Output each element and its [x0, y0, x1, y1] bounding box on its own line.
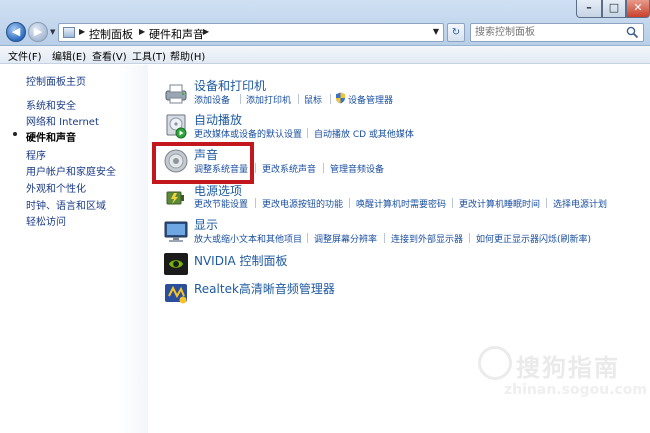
category-autoplay-title[interactable]: 自动播放 [194, 111, 242, 128]
title-bar: – □ ✕ ◀ ▶ ▼ ▶ 控制面板 ▶ 硬件和声音 ▶ ▼ ↻ [0, 0, 650, 46]
menu-help[interactable]: 帮助(H) [170, 48, 205, 63]
back-button[interactable]: ◀ [6, 22, 26, 42]
link-separator [240, 94, 241, 104]
sidebar-item-appearance[interactable]: 外观和个性化 [26, 180, 86, 195]
link-separator [255, 198, 256, 208]
recent-pages-dropdown-icon[interactable]: ▼ [50, 28, 55, 36]
display-icon [164, 221, 188, 242]
menu-bar: 文件(F) 编辑(E) 查看(V) 工具(T) 帮助(H) [0, 46, 650, 64]
link-manage-audio-devices[interactable]: 管理音频设备 [330, 162, 384, 175]
search-icon[interactable] [626, 26, 639, 39]
link-separator [469, 233, 470, 243]
close-button[interactable]: ✕ [626, 0, 650, 18]
link-change-power-buttons[interactable]: 更改电源按钮的功能 [262, 197, 343, 210]
link-separator [452, 198, 453, 208]
link-screen-resolution[interactable]: 调整屏幕分辨率 [314, 232, 377, 245]
sidebar-item-clock-region[interactable]: 时钟、语言和区域 [26, 197, 106, 212]
chevron-right-icon[interactable]: ▶ [79, 27, 85, 36]
sogou-logo-icon [478, 346, 512, 380]
link-device-manager[interactable]: 设备管理器 [348, 93, 393, 106]
category-realtek-title[interactable]: Realtek高清晰音频管理器 [194, 280, 335, 297]
link-separator [298, 94, 299, 104]
link-change-sleep-time[interactable]: 更改计算机睡眠时间 [459, 197, 540, 210]
maximize-button[interactable]: □ [602, 0, 626, 18]
link-separator [546, 198, 547, 208]
breadcrumb-hardware-sound[interactable]: 硬件和声音 [149, 26, 204, 42]
minimize-button[interactable]: – [576, 0, 602, 18]
link-autoplay-cd[interactable]: 自动播放 CD 或其他媒体 [314, 127, 414, 140]
power-icon [166, 191, 184, 205]
sidebar-item-ease-of-access[interactable]: 轻松访问 [26, 213, 66, 228]
nvidia-icon [164, 253, 188, 275]
watermark-text: 搜狗指南 [516, 354, 620, 382]
printer-icon [165, 84, 187, 104]
autoplay-icon [166, 114, 187, 139]
sidebar-item-system-security[interactable]: 系统和安全 [26, 97, 76, 112]
realtek-icon [165, 284, 187, 304]
shield-icon [336, 92, 345, 104]
menu-file[interactable]: 文件(F) [8, 48, 42, 63]
control-panel-icon [63, 27, 75, 38]
link-separator [349, 198, 350, 208]
link-mouse[interactable]: 鼠标 [304, 93, 322, 106]
search-input[interactable] [475, 25, 623, 40]
category-display-title[interactable]: 显示 [194, 216, 218, 233]
search-box[interactable] [470, 23, 644, 42]
address-dropdown-icon[interactable]: ▼ [433, 27, 439, 36]
current-item-bullet [13, 132, 17, 136]
menu-tools[interactable]: 工具(T) [132, 48, 166, 63]
menu-view[interactable]: 查看(V) [92, 48, 127, 63]
link-separator [384, 233, 385, 243]
link-separator [307, 233, 308, 243]
link-change-system-sounds[interactable]: 更改系统声音 [262, 162, 316, 175]
sidebar-item-user-accounts[interactable]: 用户帐户和家庭安全 [26, 163, 116, 178]
link-separator [323, 163, 324, 173]
link-choose-power-plan[interactable]: 选择电源计划 [553, 197, 607, 210]
sidebar-item-network[interactable]: 网络和 Internet [26, 113, 99, 128]
sidebar-item-hardware-sound[interactable]: 硬件和声音 [26, 129, 76, 144]
link-require-password-wakeup[interactable]: 唤醒计算机时需要密码 [356, 197, 446, 210]
chevron-right-icon[interactable]: ▶ [139, 27, 145, 36]
watermark: 搜狗指南 zhinan.sogou.com [470, 342, 650, 412]
link-external-display[interactable]: 连接到外部显示器 [391, 232, 463, 245]
link-add-printer[interactable]: 添加打印机 [246, 93, 291, 106]
category-nvidia-title[interactable]: NVIDIA 控制面板 [194, 252, 288, 269]
link-change-power-saving[interactable]: 更改节能设置 [194, 197, 248, 210]
chevron-right-icon[interactable]: ▶ [203, 27, 209, 36]
highlight-annotation [152, 142, 254, 184]
forward-button[interactable]: ▶ [28, 22, 48, 42]
address-bar[interactable]: ▶ 控制面板 ▶ 硬件和声音 ▶ ▼ [58, 23, 444, 42]
link-change-media-defaults[interactable]: 更改媒体或设备的默认设置 [194, 127, 302, 140]
link-separator [255, 163, 256, 173]
menu-edit[interactable]: 编辑(E) [52, 48, 86, 63]
sidebar-item-home[interactable]: 控制面板主页 [26, 73, 86, 88]
sidebar-item-programs[interactable]: 程序 [26, 147, 46, 162]
refresh-button[interactable]: ↻ [447, 23, 465, 42]
breadcrumb-control-panel[interactable]: 控制面板 [89, 26, 133, 42]
watermark-url: zhinan.sogou.com [504, 382, 647, 398]
link-text-size[interactable]: 放大或缩小文本和其他项目 [194, 232, 302, 245]
link-refresh-rate[interactable]: 如何更正显示器闪烁(刷新率) [476, 232, 591, 245]
category-devices-printers-title[interactable]: 设备和打印机 [194, 77, 266, 94]
link-separator [330, 94, 331, 104]
link-separator [307, 128, 308, 138]
link-add-device[interactable]: 添加设备 [194, 93, 230, 106]
